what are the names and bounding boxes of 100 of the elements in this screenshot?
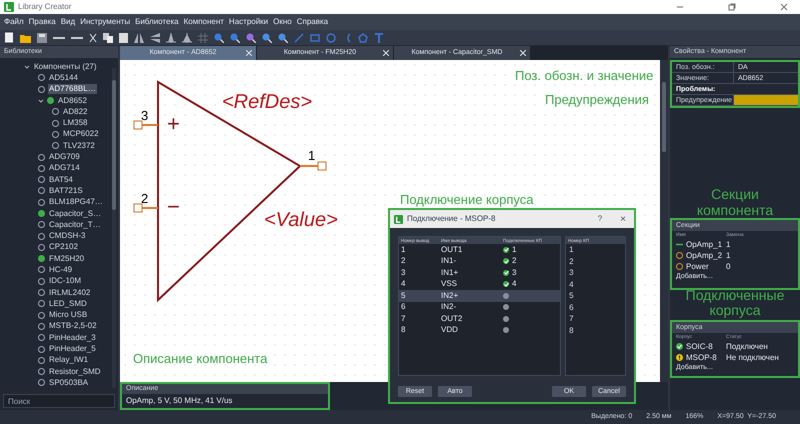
table-row[interactable]: 4 VSS 4 xyxy=(399,278,560,290)
tree-item[interactable]: Relay_IW1 xyxy=(48,355,90,366)
search-field[interactable]: Поиск xyxy=(3,394,115,408)
help-button[interactable]: ? xyxy=(598,213,602,225)
scrollbar[interactable] xyxy=(112,68,116,388)
tree-item[interactable]: CP2102 xyxy=(48,242,79,252)
tree-item[interactable]: FM25H20 xyxy=(48,254,86,264)
list-item[interactable]: 4 xyxy=(566,278,625,290)
tree-item[interactable]: MCP6022 xyxy=(62,129,100,140)
align-icon[interactable] xyxy=(182,32,192,42)
tree-item[interactable]: BAT721S xyxy=(48,186,84,196)
menu-item[interactable]: Справка xyxy=(296,16,328,28)
list-item[interactable]: 2 xyxy=(566,256,625,267)
tree-item[interactable]: SP0503BA xyxy=(48,378,90,388)
zoom-out-icon[interactable] xyxy=(230,32,240,42)
list-item[interactable]: 6 xyxy=(566,302,625,313)
tree-item[interactable]: Компоненты (27) xyxy=(33,62,98,72)
scrollbar-thumb[interactable] xyxy=(112,80,116,210)
tree-item[interactable]: ADG714 xyxy=(48,163,81,174)
tree-item[interactable]: Micro USB xyxy=(48,310,88,320)
tree-item[interactable]: PinHeader_5 xyxy=(48,344,97,354)
swap-number: 1 xyxy=(726,250,730,262)
menu-item[interactable]: Библиотека xyxy=(135,16,179,28)
table-row[interactable]: 1 OUT1 1 xyxy=(399,244,560,256)
menu-item[interactable]: Компонент xyxy=(184,16,224,28)
menu-item[interactable]: Файл xyxy=(4,16,24,28)
table-row[interactable]: 2 IN1- 2 xyxy=(399,256,560,267)
name-text: Power xyxy=(686,260,710,272)
scrollbar-thumb[interactable] xyxy=(662,82,666,152)
list-item[interactable]: 5 xyxy=(566,290,625,302)
tree-item[interactable]: IDC-10M xyxy=(48,276,82,286)
status-text: Подключен xyxy=(726,340,768,352)
annotation-label: Описание компонента xyxy=(133,350,268,368)
align-icon[interactable] xyxy=(166,32,176,42)
restore-icon[interactable] xyxy=(728,3,736,11)
pin xyxy=(300,162,326,170)
menu-item[interactable]: Инструменты xyxy=(80,16,130,28)
pin-number: 2 xyxy=(141,192,148,205)
tree-item[interactable]: AD822 xyxy=(62,106,88,117)
tree-item[interactable]: IRLML2402 xyxy=(48,288,92,298)
tree-item[interactable]: LED_SMD xyxy=(48,298,88,309)
menu-item[interactable]: Вид xyxy=(60,16,76,28)
dialog-title: Подключение - MSOP-8 xyxy=(407,213,497,225)
polarity-sign: − xyxy=(167,196,180,218)
list-item[interactable]: 3 xyxy=(566,267,625,278)
menu-item[interactable]: Окно xyxy=(273,16,292,28)
tree-item[interactable]: BLM18PG47… xyxy=(48,197,104,208)
list-item[interactable]: 8 xyxy=(566,324,625,336)
caret-icon[interactable] xyxy=(38,98,44,104)
new-file-icon[interactable] xyxy=(4,32,14,43)
folder-icon[interactable] xyxy=(20,32,31,42)
tree-item[interactable]: LM358 xyxy=(62,118,88,128)
table-row[interactable]: 8 VDD xyxy=(399,324,560,336)
close-button[interactable]: × xyxy=(620,212,626,226)
annotation-label: Подключенные корпуса xyxy=(684,288,786,318)
tree-item[interactable]: TLV2372 xyxy=(62,140,96,151)
zoom-icon[interactable] xyxy=(278,32,288,42)
name-text: SOIC-8 xyxy=(686,340,714,352)
name-text: MSOP-8 xyxy=(686,352,718,364)
annotation-label: Подключение корпуса xyxy=(400,191,534,209)
warning-value xyxy=(734,95,798,105)
save-icon[interactable] xyxy=(37,32,47,42)
table-row[interactable]: 7 OUT2 xyxy=(399,313,560,324)
scrollbar[interactable] xyxy=(660,60,668,382)
table-row[interactable]: 6 IN2- xyxy=(399,302,560,313)
annotation-label: Предупреждения xyxy=(545,91,649,109)
paste-icon[interactable] xyxy=(119,32,128,42)
menu-item[interactable]: Правка xyxy=(28,16,56,28)
mirror-icon[interactable] xyxy=(134,32,144,42)
tree-item[interactable]: BAT54 xyxy=(48,174,74,185)
tree-item[interactable]: AD7768BL… xyxy=(48,84,97,94)
tree-item[interactable]: AD5144 xyxy=(48,72,79,83)
pin xyxy=(134,204,158,212)
table-row[interactable]: 3 IN1+ 3 xyxy=(399,267,560,278)
tree-item[interactable]: Capacitor_S… xyxy=(48,208,102,218)
tree-item[interactable]: AD8652 xyxy=(57,96,88,106)
swap-number: 0 xyxy=(726,260,730,272)
tree-item[interactable]: PinHeader_3 xyxy=(48,332,97,343)
zoom-in-icon[interactable] xyxy=(214,32,224,42)
table-row[interactable]: 5 IN2+ xyxy=(399,290,560,302)
annotation-label: Секции компонента xyxy=(696,186,774,218)
name-text: OpAmp_1 xyxy=(686,238,724,250)
tree-item[interactable]: ADG709 xyxy=(48,152,81,162)
close-icon[interactable] xyxy=(780,3,788,11)
menu-item[interactable]: Настройки xyxy=(228,16,268,28)
copy-icon[interactable] xyxy=(103,32,113,42)
app-logo-icon xyxy=(394,214,403,224)
zoom-icon[interactable] xyxy=(246,32,256,42)
list-item[interactable]: 7 xyxy=(566,313,625,324)
tree-item[interactable]: Capacitor_T… xyxy=(48,220,102,230)
pin-number: 1 xyxy=(308,149,316,162)
list-item[interactable]: 1 xyxy=(566,244,625,256)
tree-item[interactable]: Resistor_SMD xyxy=(48,366,102,377)
tree-item[interactable]: HC-49 xyxy=(48,264,74,275)
tree-item[interactable]: MSTB-2,5-02 xyxy=(48,321,98,332)
tree-item[interactable]: CMDSH-3 xyxy=(48,231,86,242)
status-text: Не подключен xyxy=(726,352,779,364)
caret-icon[interactable] xyxy=(24,64,30,70)
zoom-icon[interactable] xyxy=(262,32,272,42)
flip-icon[interactable] xyxy=(150,32,160,42)
